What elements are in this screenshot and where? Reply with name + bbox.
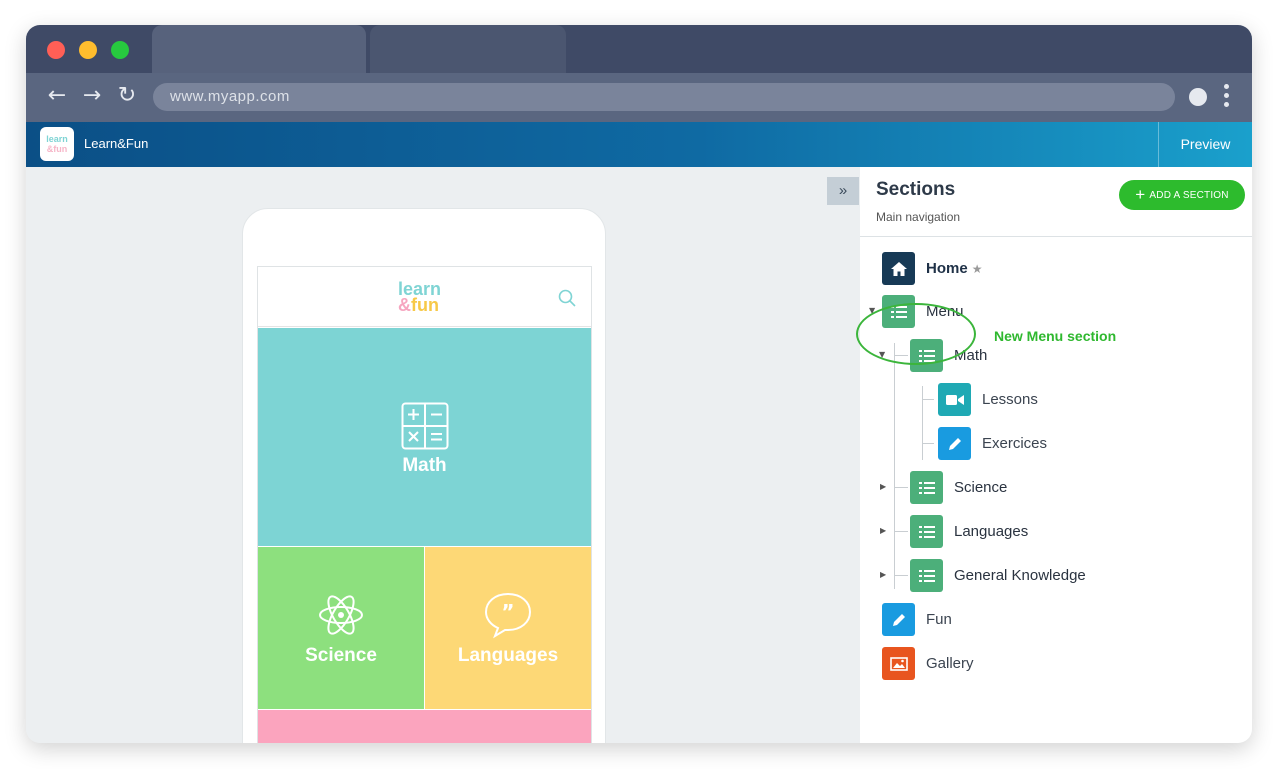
section-item-lessons[interactable]: Lessons [938,383,1138,416]
video-icon [938,383,971,416]
forward-arrow-icon[interactable]: → [79,83,105,109]
new-menu-annotation: New Menu section [994,328,1117,344]
search-icon[interactable] [558,289,576,307]
tree-line [894,575,908,576]
section-item-exercices[interactable]: Exercices [938,427,1138,460]
add-section-label: ADD A SECTION [1149,190,1229,201]
add-section-button[interactable]: + ADD A SECTION [1119,180,1245,210]
section-label-gallery: Gallery [926,655,974,672]
phone-logo-fun: fun [411,295,439,315]
caret-right-icon[interactable]: ▶ [880,526,886,535]
home-icon [882,252,915,285]
tile-languages-label: Languages [457,645,559,666]
tree-line [922,399,934,400]
atom-icon [319,595,363,635]
maximize-window-button[interactable] [111,41,129,59]
list-icon [910,559,943,592]
sections-subtitle: Main navigation [876,210,961,224]
profile-icon[interactable] [1189,88,1207,106]
speech-bubble-icon: ” [484,592,532,639]
tile-math[interactable]: Math [258,328,591,546]
section-label-fun: Fun [926,611,952,628]
image-icon [882,647,915,680]
tree-line [922,386,923,460]
app-header: learn &fun Learn&Fun Preview [26,122,1252,167]
sections-title: Sections [876,179,956,200]
section-item-fun[interactable]: Fun [882,603,1082,636]
reload-icon[interactable]: ↻ [114,83,140,109]
minimize-window-button[interactable] [79,41,97,59]
list-icon [910,471,943,504]
plus-icon: + [1135,185,1146,204]
tree-line [894,487,908,488]
phone-mockup: learn &fun Math Science ” Languages [242,208,606,743]
pencil-icon [938,427,971,460]
app-logo-text-fun: &fun [46,144,68,154]
collapse-panel-button[interactable]: » [827,177,859,205]
close-window-button[interactable] [47,41,65,59]
tile-science[interactable]: Science [258,547,424,709]
phone-logo: learn &fun [398,280,441,315]
preview-canvas: learn &fun Math Science ” Languages [26,167,860,743]
section-item-languages[interactable]: Languages [910,515,1110,548]
section-label-home: Home [926,260,968,277]
section-item-science[interactable]: Science [910,471,1110,504]
divider [860,236,1252,237]
highlight-ellipse [856,303,976,365]
list-icon [910,515,943,548]
browser-titlebar [26,25,1252,73]
phone-screen: learn &fun Math Science ” Languages [257,266,592,743]
star-icon: ★ [971,262,983,276]
browser-tab-active[interactable] [152,25,366,73]
section-item-general-knowledge[interactable]: General Knowledge [910,559,1160,592]
phone-header: learn &fun [258,267,591,327]
app-logo: learn &fun [40,127,74,161]
url-bar[interactable]: www.myapp.com [153,83,1175,111]
pencil-icon [882,603,915,636]
tree-line [922,443,934,444]
section-label-exercices: Exercices [982,435,1048,452]
tile-languages[interactable]: ” Languages [425,547,591,709]
tile-science-label: Science [305,645,377,666]
phone-logo-amp: & [398,295,411,315]
browser-window: ← → ↻ www.myapp.com learn &fun Learn&Fun… [26,25,1252,743]
back-arrow-icon[interactable]: ← [44,83,70,109]
caret-right-icon[interactable]: ▶ [880,482,886,491]
tree-line [894,531,908,532]
sections-panel: Sections Main navigation + ADD A SECTION … [860,167,1252,743]
section-label-lessons: Lessons [982,391,1038,408]
app-name: Learn&Fun [84,136,149,151]
section-label: Home ★ [926,260,982,277]
browser-tab[interactable] [370,25,566,73]
more-options-icon[interactable] [1222,84,1230,110]
preview-button[interactable]: Preview [1158,122,1252,167]
calculator-icon [401,402,449,450]
caret-right-icon[interactable]: ▶ [880,570,886,579]
section-item-home[interactable]: Home ★ [882,252,1082,285]
section-item-gallery[interactable]: Gallery [882,647,1082,680]
app-logo-text-learn: learn [46,134,68,144]
tile-math-label: Math [402,455,447,476]
svg-text:”: ” [501,600,514,624]
browser-toolbar: ← → ↻ www.myapp.com [26,73,1252,122]
section-label-science: Science [954,479,1008,496]
section-label-languages: Languages [954,523,1029,540]
section-label-general-knowledge: General Knowledge [954,567,1086,584]
tree-line [894,343,895,589]
tile-next[interactable] [258,710,591,743]
